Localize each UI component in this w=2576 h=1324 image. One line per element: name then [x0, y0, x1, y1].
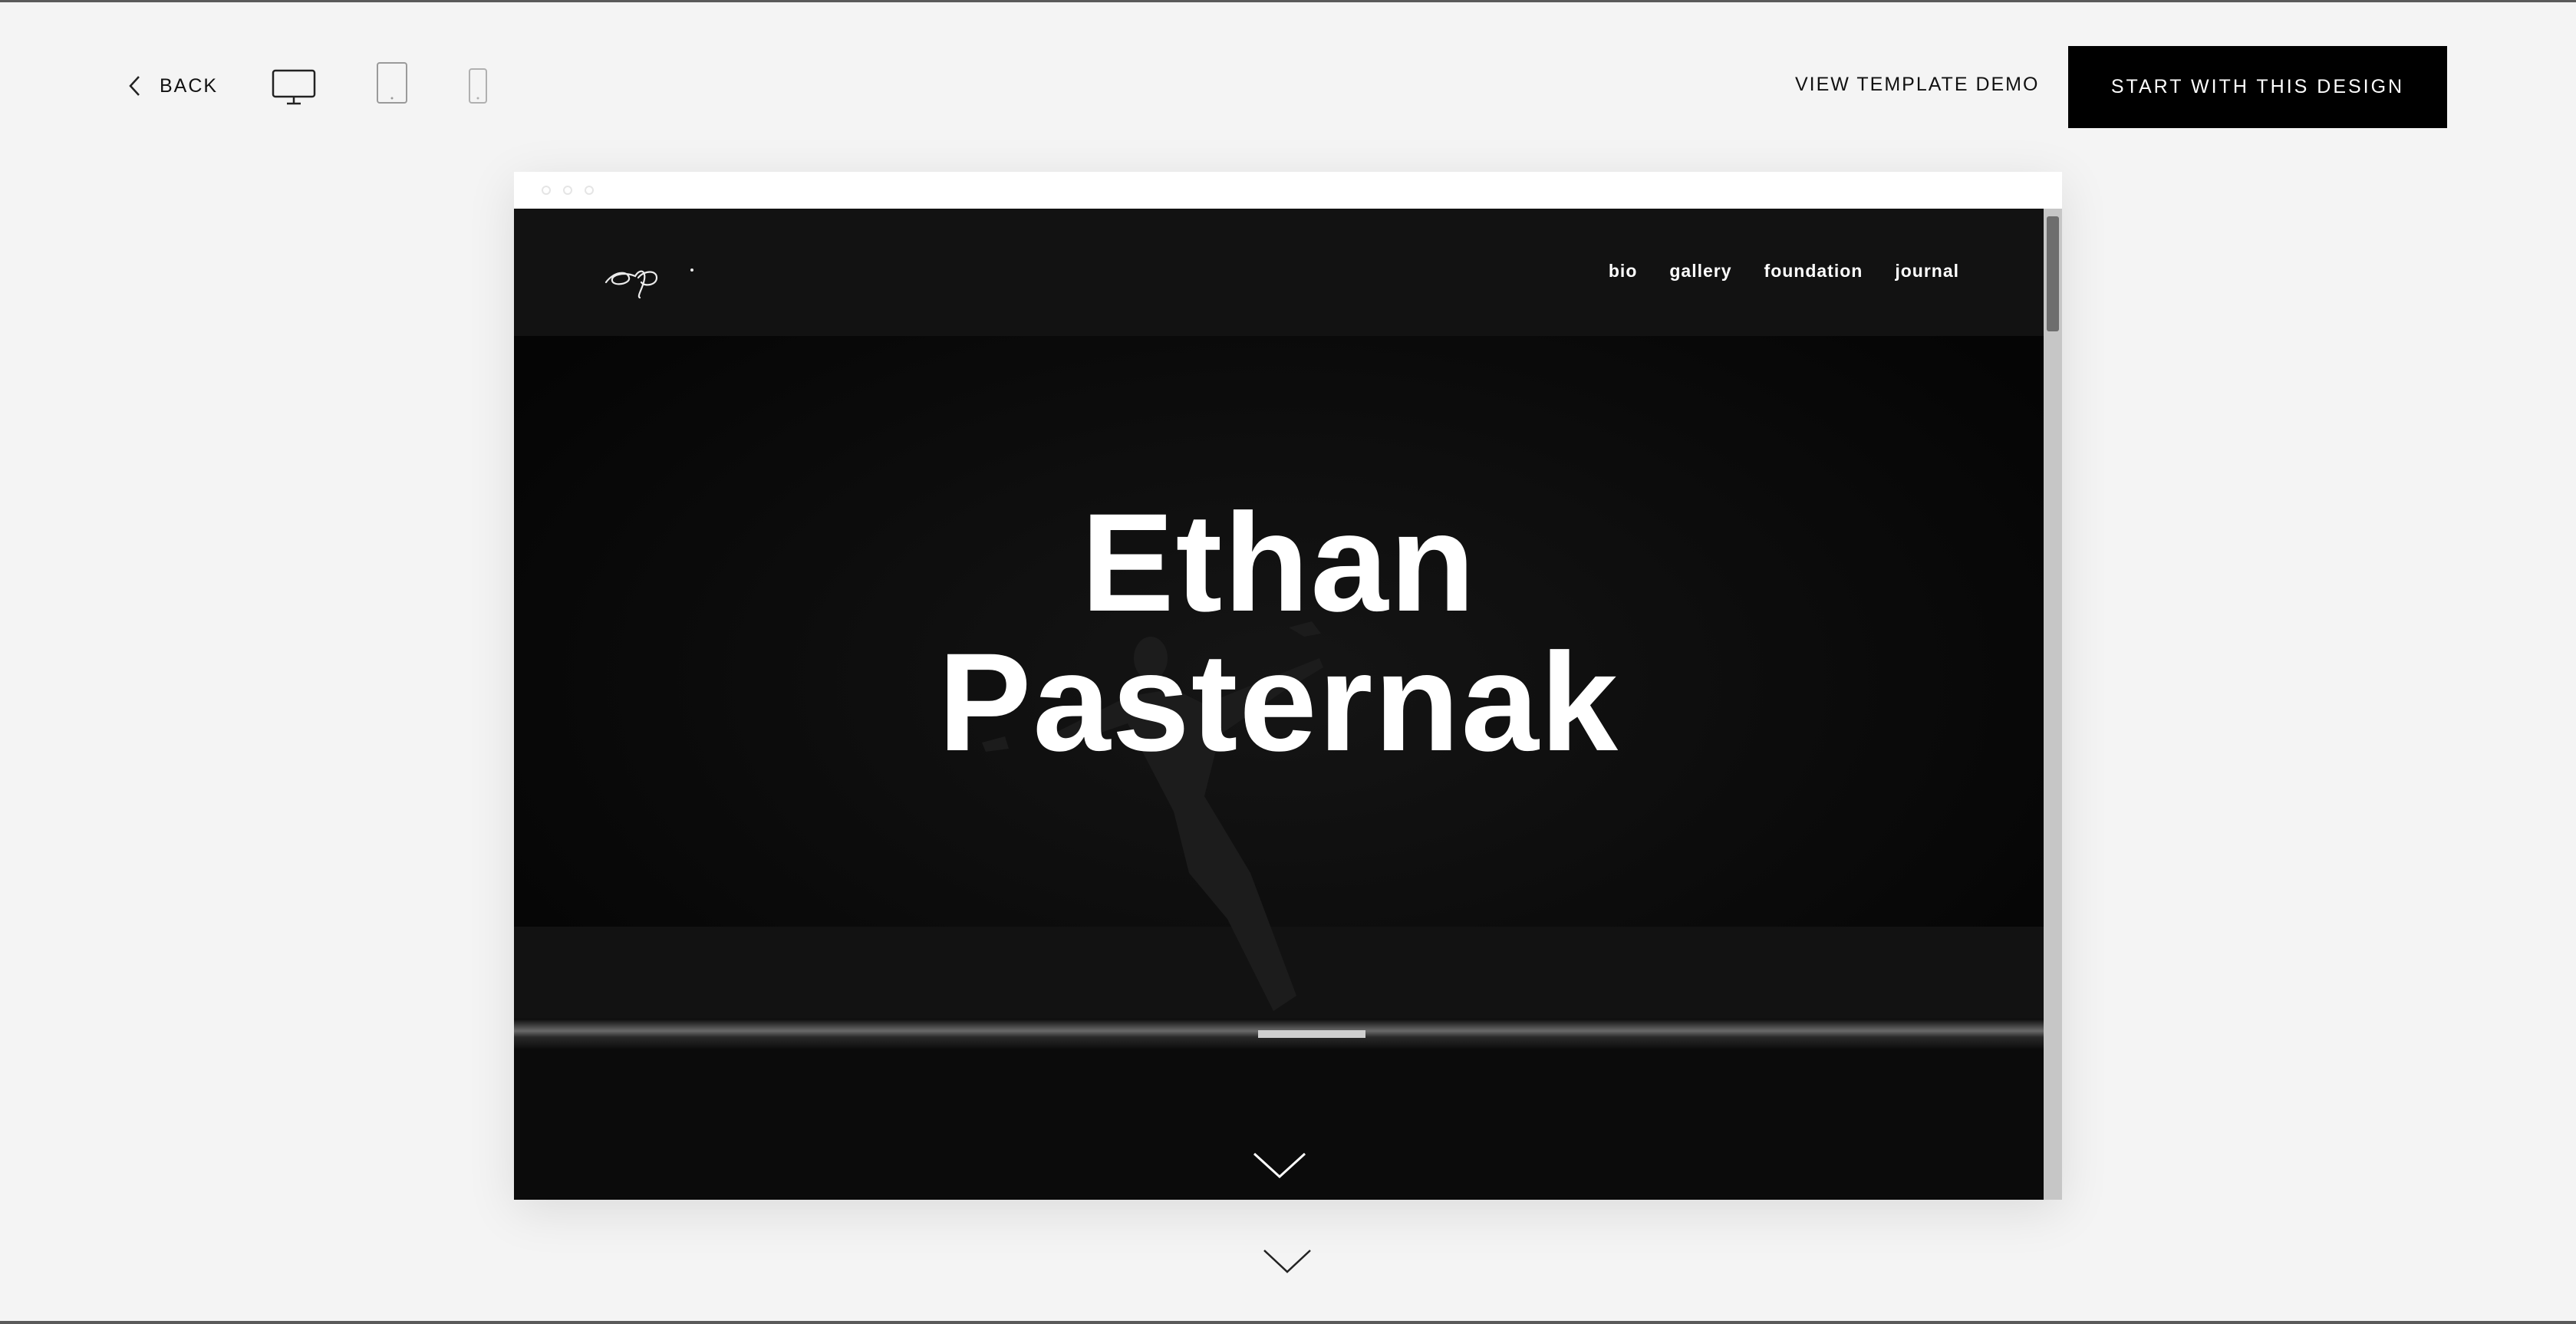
desktop-icon	[272, 69, 316, 105]
device-desktop-button[interactable]	[272, 69, 318, 106]
back-button[interactable]: BACK	[127, 69, 218, 103]
site-nav-journal[interactable]: journal	[1895, 261, 1959, 282]
scrollbar-thumb[interactable]	[2047, 216, 2059, 331]
site-nav-gallery[interactable]: gallery	[1669, 261, 1731, 282]
start-with-this-design-button[interactable]: START WITH THIS DESIGN	[2068, 46, 2447, 128]
hero-title-line1: Ethan	[1081, 484, 1477, 641]
view-template-demo-link[interactable]: VIEW TEMPLATE DEMO	[1795, 74, 2039, 96]
window-dot	[542, 186, 551, 195]
device-mobile-button[interactable]	[468, 68, 488, 104]
chevron-left-icon	[129, 76, 140, 96]
chevron-down-icon[interactable]	[1253, 1151, 1306, 1181]
site-logo[interactable]	[598, 247, 698, 301]
site-nav: bio gallery foundation journal	[1609, 261, 1959, 282]
browser-chrome	[514, 172, 2062, 209]
preview-scrollbar[interactable]	[2044, 209, 2062, 1200]
window-dot	[585, 186, 594, 195]
site-header: bio gallery foundation journal	[514, 209, 2044, 336]
hero-title: Ethan Pasternak	[514, 492, 2044, 772]
bottom-border	[0, 1321, 2576, 1324]
device-tablet-button[interactable]	[376, 61, 408, 104]
site-preview[interactable]: bio gallery foundation journal Ethan Pas…	[514, 209, 2044, 1200]
window-dot	[563, 186, 572, 195]
mobile-icon	[469, 68, 487, 104]
scroll-down-chevron-icon[interactable]	[1263, 1247, 1312, 1276]
preview-frame: bio gallery foundation journal Ethan Pas…	[514, 172, 2062, 1200]
top-border	[0, 0, 2576, 2]
back-label: BACK	[160, 74, 219, 97]
site-nav-foundation[interactable]: foundation	[1764, 261, 1863, 282]
site-nav-bio[interactable]: bio	[1609, 261, 1638, 282]
tablet-icon	[377, 62, 407, 104]
hero-title-line2: Pasternak	[937, 624, 1620, 780]
